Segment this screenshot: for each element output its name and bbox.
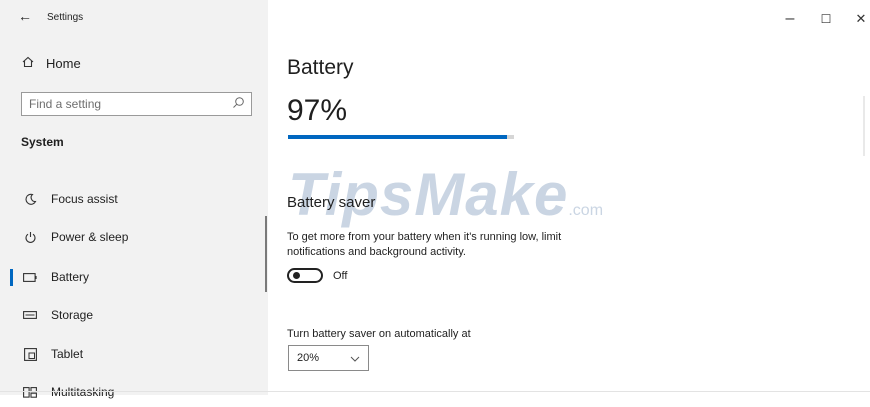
sidebar-item-label: Power & sleep (51, 230, 129, 244)
dropdown-value: 20% (297, 352, 320, 364)
battery-icon (20, 272, 40, 282)
moon-icon (20, 193, 40, 206)
home-icon (22, 56, 34, 71)
sidebar: ← Settings Home System Focus assist (0, 0, 268, 399)
sidebar-item-focus-assist[interactable]: Focus assist (0, 184, 268, 214)
battery-saver-toggle-row: Off (287, 268, 347, 283)
sidebar-item-tablet[interactable]: Tablet (0, 339, 268, 369)
sidebar-item-power-sleep[interactable]: Power & sleep (0, 222, 268, 252)
battery-level-fill (288, 135, 508, 139)
chevron-down-icon (350, 349, 360, 367)
minimize-button[interactable]: – (780, 9, 800, 29)
watermark-suffix: .com (568, 202, 604, 219)
search-icon[interactable] (232, 96, 245, 114)
window-title: Settings (47, 12, 84, 23)
battery-saver-toggle[interactable] (287, 268, 323, 283)
battery-level-bar (288, 135, 514, 139)
toggle-state-label: Off (333, 269, 348, 282)
home-nav-item[interactable]: Home (22, 56, 81, 71)
battery-saver-heading: Battery saver (287, 194, 376, 211)
auto-threshold-label: Turn battery saver on automatically at (287, 328, 471, 340)
sidebar-item-label: Multitasking (51, 385, 115, 399)
battery-percentage: 97% (287, 94, 348, 127)
main-scrollbar[interactable] (863, 96, 865, 156)
page-title: Battery (287, 56, 354, 79)
sidebar-item-label: Battery (51, 270, 90, 284)
section-title-system: System (21, 135, 64, 149)
maximize-button[interactable]: ☐ (816, 9, 836, 29)
settings-window: ← Settings Home System Focus assist (0, 0, 870, 399)
home-label: Home (46, 56, 81, 71)
search-input[interactable] (22, 93, 229, 115)
toggle-knob (293, 272, 300, 279)
sidebar-item-label: Storage (51, 308, 94, 322)
close-button[interactable]: ✕ (851, 9, 870, 29)
power-icon (20, 231, 40, 244)
window-bottom-border (0, 391, 870, 392)
sidebar-item-battery[interactable]: Battery (0, 262, 268, 292)
sidebar-scrollbar[interactable] (265, 216, 267, 292)
multitasking-icon (20, 386, 40, 398)
battery-saver-description: To get more from your battery when it's … (287, 231, 562, 258)
sidebar-item-label: Tablet (51, 347, 84, 361)
storage-icon (20, 311, 40, 319)
sidebar-item-multitasking[interactable]: Multitasking (0, 377, 268, 407)
back-arrow-icon[interactable]: ← (18, 8, 32, 24)
sidebar-item-storage[interactable]: Storage (0, 300, 268, 330)
sidebar-item-label: Focus assist (51, 192, 118, 206)
search-box[interactable] (21, 92, 252, 116)
tablet-icon (20, 347, 40, 361)
auto-threshold-dropdown[interactable]: 20% (288, 345, 369, 371)
